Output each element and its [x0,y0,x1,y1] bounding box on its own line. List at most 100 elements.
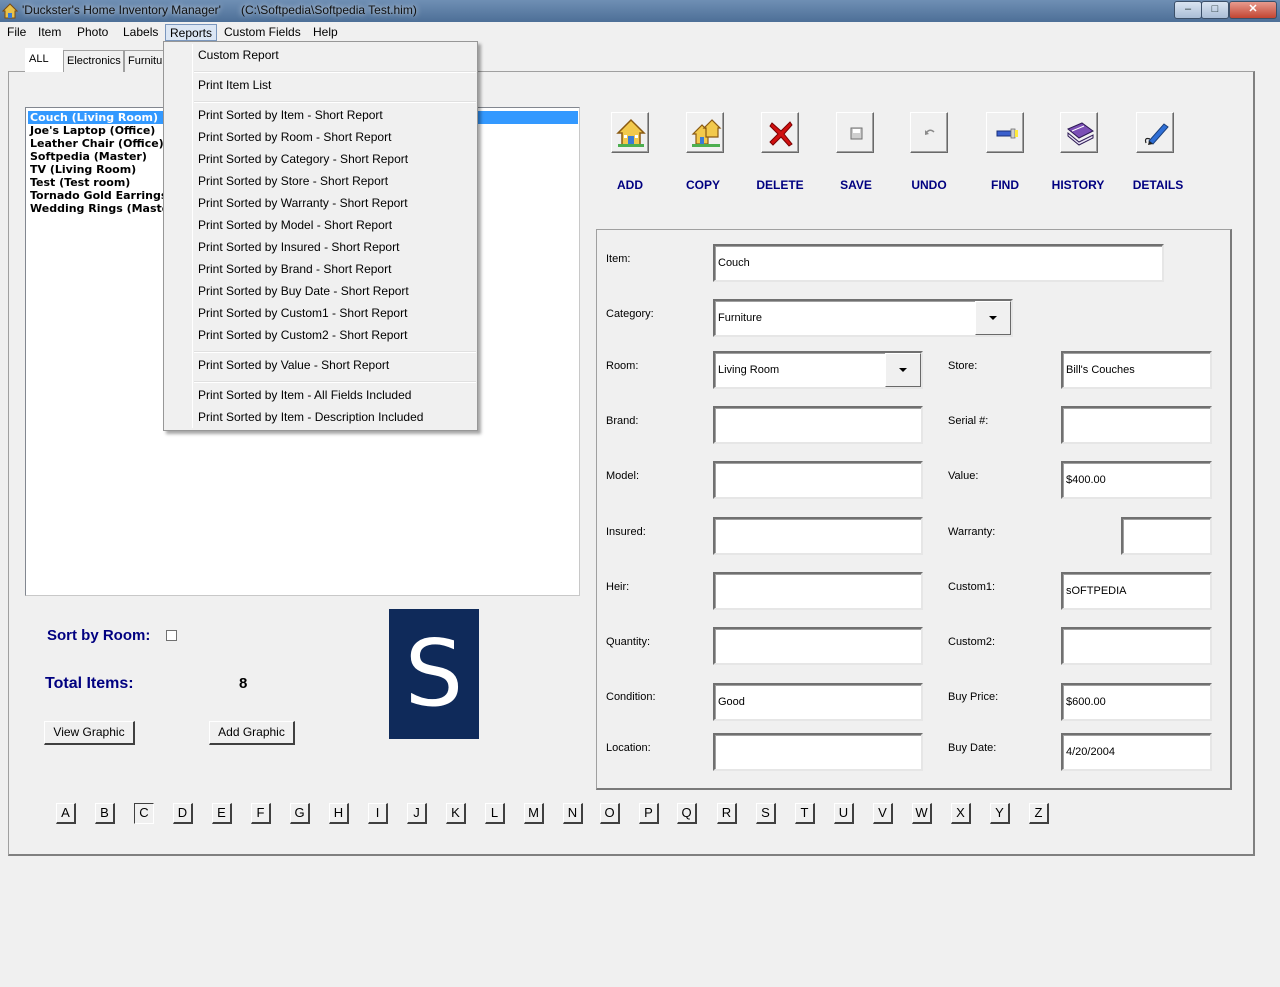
condition-field[interactable]: Good [713,683,923,721]
list-item[interactable]: TV (Living Room) [30,163,136,176]
letter-button-q[interactable]: Q [677,803,697,824]
history-button[interactable] [1060,112,1098,153]
menu-entry-sort-custom2[interactable]: Print Sorted by Custom2 - Short Report [198,325,407,345]
menu-entry-sort-item[interactable]: Print Sorted by Item - Short Report [198,105,383,125]
menu-entry-sort-room[interactable]: Print Sorted by Room - Short Report [198,127,391,147]
letter-button-i[interactable]: I [368,803,388,824]
letter-button-z[interactable]: Z [1029,803,1049,824]
minimize-button[interactable]: – [1174,1,1202,19]
letter-button-y[interactable]: Y [990,803,1010,824]
list-item[interactable]: Tornado Gold Earrings ( [30,189,176,202]
warranty-field[interactable] [1121,517,1212,555]
heir-field[interactable] [713,572,923,610]
chevron-down-icon [899,368,907,372]
letter-button-w[interactable]: W [912,803,932,824]
location-field[interactable] [713,733,923,771]
copy-button[interactable] [686,112,724,153]
find-button[interactable] [986,112,1024,153]
letter-button-a[interactable]: A [56,803,76,824]
menu-entry-sort-custom1[interactable]: Print Sorted by Custom1 - Short Report [198,303,407,323]
quantity-label: Quantity: [606,636,651,648]
list-item[interactable]: Test (Test room) [30,176,130,189]
letter-button-l[interactable]: L [485,803,505,824]
menu-file[interactable]: File [3,24,30,41]
menu-entry-sort-warranty[interactable]: Print Sorted by Warranty - Short Report [198,193,408,213]
category-dropdown-button[interactable] [975,301,1011,335]
save-button[interactable] [836,112,874,153]
add-graphic-button[interactable]: Add Graphic [209,721,295,745]
letter-button-n[interactable]: N [563,803,583,824]
buy-date-field[interactable]: 4/20/2004 [1061,733,1212,771]
menu-entry-all-fields[interactable]: Print Sorted by Item - All Fields Includ… [198,385,411,405]
letter-button-g[interactable]: G [290,803,310,824]
menu-help[interactable]: Help [309,24,342,41]
buy-price-label: Buy Price: [948,691,999,703]
warranty-label: Warranty: [948,526,996,538]
brand-field[interactable] [713,406,923,444]
undo-button[interactable] [910,112,948,153]
menu-entry-sort-buy-date[interactable]: Print Sorted by Buy Date - Short Report [198,281,409,301]
menu-entry-print-item-list[interactable]: Print Item List [198,75,271,95]
menu-entry-description-included[interactable]: Print Sorted by Item - Description Inclu… [198,407,423,427]
view-graphic-button[interactable]: View Graphic [44,721,135,745]
menu-separator [194,381,476,383]
item-label: Item: [606,253,631,265]
letter-button-v[interactable]: V [873,803,893,824]
menu-entry-sort-store[interactable]: Print Sorted by Store - Short Report [198,171,388,191]
buy-price-field[interactable]: $600.00 [1061,683,1212,721]
letter-button-m[interactable]: M [524,803,544,824]
letter-button-u[interactable]: U [834,803,854,824]
letter-button-e[interactable]: E [212,803,232,824]
close-button[interactable]: ✕ [1229,1,1277,19]
menu-item[interactable]: Item [34,24,65,41]
add-button[interactable] [611,112,649,153]
custom2-field[interactable] [1061,627,1212,665]
letter-button-d[interactable]: D [173,803,193,824]
details-button[interactable] [1136,112,1174,153]
serial-field[interactable] [1061,406,1212,444]
menu-entry-sort-insured[interactable]: Print Sorted by Insured - Short Report [198,237,399,257]
letter-button-x[interactable]: X [951,803,971,824]
custom1-field[interactable]: sOFTPEDIA [1061,572,1212,610]
list-item[interactable]: Wedding Rings (Master [30,202,175,215]
menu-photo[interactable]: Photo [73,24,112,41]
letter-button-t[interactable]: T [795,803,815,824]
menu-labels[interactable]: Labels [119,24,162,41]
store-field[interactable]: Bill's Couches [1061,351,1212,389]
insured-field[interactable] [713,517,923,555]
sort-by-room-checkbox[interactable] [166,630,177,641]
room-dropdown-button[interactable] [885,353,921,387]
tab-furniture[interactable]: Furnitur [124,50,168,72]
letter-button-h[interactable]: H [329,803,349,824]
item-field[interactable]: Couch [713,244,1164,282]
menu-entry-sort-model[interactable]: Print Sorted by Model - Short Report [198,215,392,235]
letter-button-o[interactable]: O [600,803,620,824]
delete-button[interactable] [761,112,799,153]
maximize-button[interactable]: □ [1201,1,1229,19]
menu-entry-sort-brand[interactable]: Print Sorted by Brand - Short Report [198,259,391,279]
quantity-field[interactable] [713,627,923,665]
value-field[interactable]: $400.00 [1061,461,1212,499]
list-item[interactable]: Joe's Laptop (Office) [30,124,155,137]
letter-button-s[interactable]: S [756,803,776,824]
menu-reports[interactable]: Reports [165,24,218,41]
tab-all[interactable]: ALL [25,48,63,72]
letter-button-p[interactable]: P [639,803,659,824]
menu-entry-custom-report[interactable]: Custom Report [198,45,279,65]
model-field[interactable] [713,461,923,499]
tab-electronics[interactable]: Electronics [63,50,124,72]
letter-button-f[interactable]: F [251,803,271,824]
category-select[interactable]: Furniture [713,299,1013,337]
list-item[interactable]: Leather Chair (Office) [30,137,164,150]
list-item[interactable]: Softpedia (Master) [30,150,147,163]
letter-button-j[interactable]: J [407,803,427,824]
house-app-icon [2,3,18,19]
menu-custom-fields[interactable]: Custom Fields [220,24,305,41]
letter-button-r[interactable]: R [717,803,737,824]
letter-button-k[interactable]: K [446,803,466,824]
letter-button-b[interactable]: B [95,803,115,824]
menu-entry-sort-value[interactable]: Print Sorted by Value - Short Report [198,355,389,375]
undo-label: UNDO [911,178,947,192]
menu-entry-sort-category[interactable]: Print Sorted by Category - Short Report [198,149,408,169]
letter-button-c[interactable]: C [134,803,154,824]
